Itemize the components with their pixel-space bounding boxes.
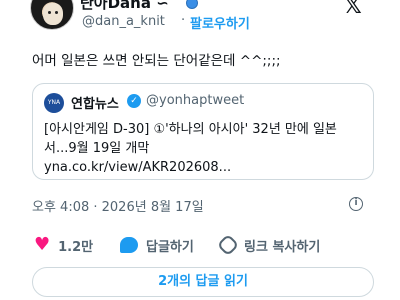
avatar-face [43,3,63,25]
link-icon [216,233,240,257]
reply-label: 답글하기 [146,239,194,255]
follow-button[interactable]: 팔로우하기 [190,13,250,32]
quote-avatar: YNA [44,93,64,113]
quoted-tweet-card[interactable]: YNA 연합뉴스 ✓ @yonhaptweet [아시안게임 D-30] ①'하… [32,83,374,180]
reply-bubble-icon [120,237,138,253]
verified-badge-icon: ✓ [127,94,141,108]
yarn-icon [186,0,198,9]
read-replies-button[interactable]: 2개의 답글 읽기 [32,267,374,297]
timestamp[interactable]: 오후 4:08 · 2026년 8월 17일 [32,196,204,215]
tweet-header: 란아Dana ∽ @dan_a_knit · 팔로우하기 𝕏 [0,0,400,44]
avatar[interactable] [30,0,74,30]
like-button[interactable]: ♥ 1.2만 [34,234,93,256]
handle[interactable]: @dan_a_knit [82,14,165,29]
heart-icon: ♥ [34,234,51,255]
separator-dot: · [181,13,186,28]
x-logo-icon[interactable]: 𝕏 [344,0,362,19]
info-icon[interactable]: i [349,197,363,211]
copy-link-button[interactable]: 링크 복사하기 [216,233,321,257]
avatar-eye [48,11,51,14]
quote-line: [아시안게임 D-30] ①'하나의 아시아' 32년 만에 일본 [44,122,337,137]
display-name[interactable]: 란아Dana ∽ [80,0,169,13]
quote-body: [아시안게임 D-30] ①'하나의 아시아' 32년 만에 일본 서...9월… [44,120,372,177]
quote-author-handle: @yonhaptweet [146,93,245,108]
avatar-eye [55,11,58,14]
like-count: 1.2만 [58,239,94,255]
tweet-text: 어머 일본은 쓰면 안되는 단어같은데 ^^;;;; [32,53,281,69]
quote-author-name: 연합뉴스 [71,97,119,112]
copy-link-label: 링크 복사하기 [244,239,321,255]
quote-line: 서...9월 19일 개막 [44,141,150,156]
quote-link[interactable]: yna.co.kr/view/AKR202608... [44,158,372,177]
action-bar: ♥ 1.2만 답글하기 링크 복사하기 [32,233,372,257]
reply-button[interactable]: 답글하기 [120,234,194,256]
